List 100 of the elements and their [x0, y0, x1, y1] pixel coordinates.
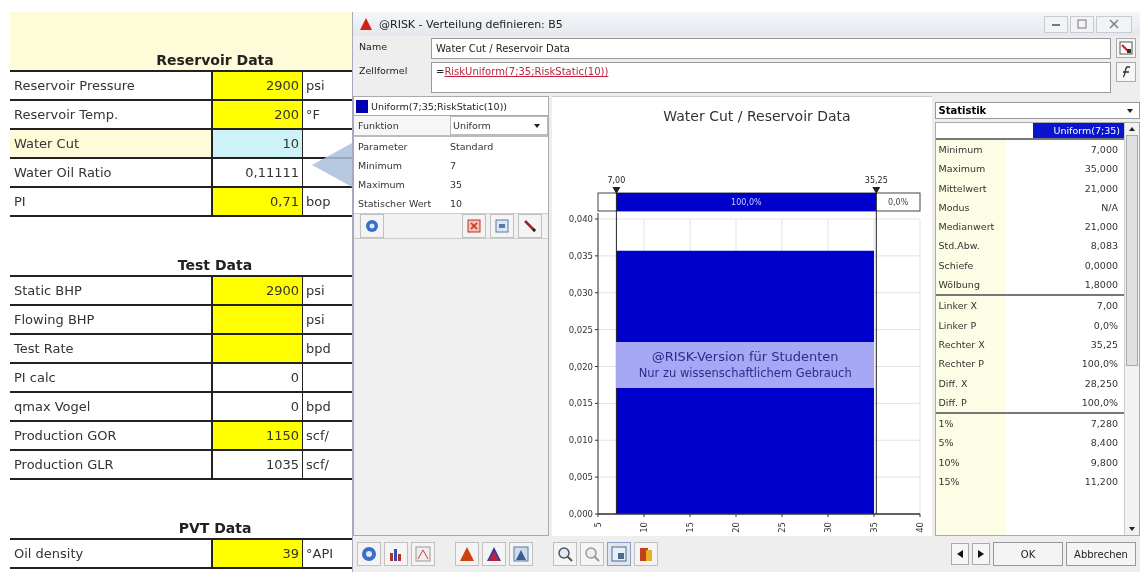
section-title: Reservoir Data [155, 52, 274, 70]
statistic-value: 100,0% [1081, 357, 1118, 372]
caret-icon [1126, 107, 1134, 114]
bar-chart-icon[interactable] [384, 542, 408, 566]
statistic-label: Rechter X [938, 337, 985, 352]
statistic-label: Mittelwert [938, 181, 987, 196]
parameter-value[interactable]: 35 [450, 179, 548, 190]
y-tick-label: 0,010 [568, 435, 593, 446]
statistic-label: 1% [938, 417, 954, 432]
parameter-label: Maximum [358, 179, 406, 190]
table-cell-text: °F [305, 106, 321, 124]
table-cell[interactable] [213, 306, 303, 333]
ok-button[interactable]: OK [993, 542, 1063, 566]
table-cell-text: bpd [305, 398, 332, 416]
formula-label: Zellformel [359, 64, 409, 76]
table-cell: Water Cut [10, 130, 213, 157]
statistic-label: 15% [938, 475, 960, 490]
cell-reference-button[interactable] [1116, 38, 1136, 58]
statistic-value: 21,000 [1084, 181, 1118, 196]
table-cell-text: scf/ [305, 456, 330, 474]
parameter-label: Parameter [358, 141, 409, 152]
delimiter-value: 7,00 [607, 176, 625, 185]
table-cell[interactable]: 0,71 [213, 188, 303, 215]
statistic-label: Diff. P [938, 395, 967, 410]
y-tick-label: 0,005 [568, 472, 593, 483]
window-title: @RISK - Verteilung definieren: B5 [379, 17, 563, 31]
pen-icon[interactable] [517, 214, 542, 238]
statistic-label: Maximum [938, 162, 986, 177]
table-cell[interactable]: 2900 [213, 72, 303, 99]
next-button[interactable] [972, 543, 990, 565]
statistic-label: Linker X [938, 299, 977, 314]
statistic-value: 7,280 [1090, 417, 1118, 432]
table-cell[interactable]: 1150 [213, 422, 303, 449]
close-button[interactable] [1096, 15, 1132, 33]
previous-button[interactable] [951, 543, 969, 565]
y-tick-label: 0,035 [568, 250, 593, 261]
scroll-down-icon[interactable] [1128, 526, 1136, 532]
column-header[interactable]: Uniform(7;35) [1033, 123, 1124, 138]
help-icon[interactable] [360, 214, 384, 238]
name-label: Name [359, 40, 389, 52]
distribution-header[interactable]: Uniform(7;35;RiskStatic(10)) [354, 97, 548, 116]
window-icon[interactable] [489, 214, 514, 238]
x-tick-label: 15 [684, 522, 695, 533]
delimiter-value: 35,25 [864, 176, 888, 185]
parameter-value[interactable]: 7 [450, 160, 548, 171]
y-tick-label: 0,000 [568, 509, 593, 519]
table-cell: Test Rate [10, 335, 213, 362]
triangle-icon [359, 17, 373, 31]
chart-icon[interactable] [509, 542, 533, 566]
section-title: Test Data [176, 257, 253, 275]
scrollbar[interactable] [1124, 123, 1139, 535]
table-cell[interactable]: 2900 [213, 277, 303, 304]
zoom-in-icon[interactable] [553, 542, 577, 566]
function-dropdown[interactable]: Uniform [450, 116, 548, 135]
statistics-dropdown[interactable]: Statistik [934, 102, 1140, 119]
formula-field[interactable]: =RiskUniform(7;35;RiskStatic(10)) [431, 62, 1111, 93]
scroll-up-icon[interactable] [1128, 126, 1136, 132]
table-cell[interactable]: 39 [213, 540, 303, 567]
statistic-label: Medianwert [938, 220, 995, 235]
parameter-label: Statischer Wert [358, 198, 433, 209]
delimiter-line[interactable] [871, 187, 880, 515]
parameter-value[interactable]: 10 [450, 198, 548, 209]
x-tick-label: 20 [730, 522, 741, 533]
statistic-value: 21,000 [1084, 220, 1118, 235]
statistic-label: Linker P [938, 318, 977, 333]
table-cell[interactable]: 200 [213, 101, 303, 128]
x-tick-label: 10 [638, 522, 649, 533]
maximize-icon [1076, 19, 1088, 29]
statistic-value: 11,200 [1084, 475, 1118, 490]
table-cell-text: bop [305, 193, 332, 211]
minimize-button[interactable] [1044, 15, 1068, 33]
cancel-button[interactable]: Abbrechen [1066, 542, 1136, 566]
parameter-value[interactable]: Standard [450, 141, 548, 152]
statistic-value: 9,800 [1090, 455, 1118, 470]
delete-icon[interactable] [461, 214, 486, 238]
chart-icon[interactable] [411, 542, 435, 566]
statistic-label: Modus [938, 200, 970, 215]
y-tick-label: 0,025 [568, 324, 593, 335]
statistic-value: 35,000 [1084, 162, 1118, 177]
statistic-value: 7,00 [1096, 299, 1118, 314]
statistic-label: Wölbung [938, 278, 980, 293]
statistic-value: N/A [1101, 200, 1118, 215]
help-icon[interactable] [357, 542, 381, 566]
x-tick-label: 40 [914, 522, 925, 533]
picture-icon[interactable] [607, 542, 631, 566]
close-icon [1108, 19, 1120, 29]
table-cell[interactable]: 10 [213, 130, 303, 157]
notice-text: Nur zu wissenschaftlichem Gebrauch [638, 365, 852, 381]
table-cell-text: °API [305, 545, 335, 563]
clipboard-icon[interactable] [634, 542, 658, 566]
statistic-value: 0,0% [1093, 318, 1118, 333]
statistic-value: 8,400 [1090, 436, 1118, 451]
y-tick-label: 0,030 [568, 287, 593, 298]
table-cell[interactable] [213, 335, 303, 362]
x-tick-label: 25 [776, 522, 787, 533]
callout-arrow [310, 140, 354, 190]
left-arrow-icon [956, 549, 964, 559]
function-button[interactable] [1116, 62, 1136, 82]
name-field[interactable]: Water Cut / Reservoir Data [431, 38, 1111, 59]
table-cell-text: psi [305, 282, 326, 300]
